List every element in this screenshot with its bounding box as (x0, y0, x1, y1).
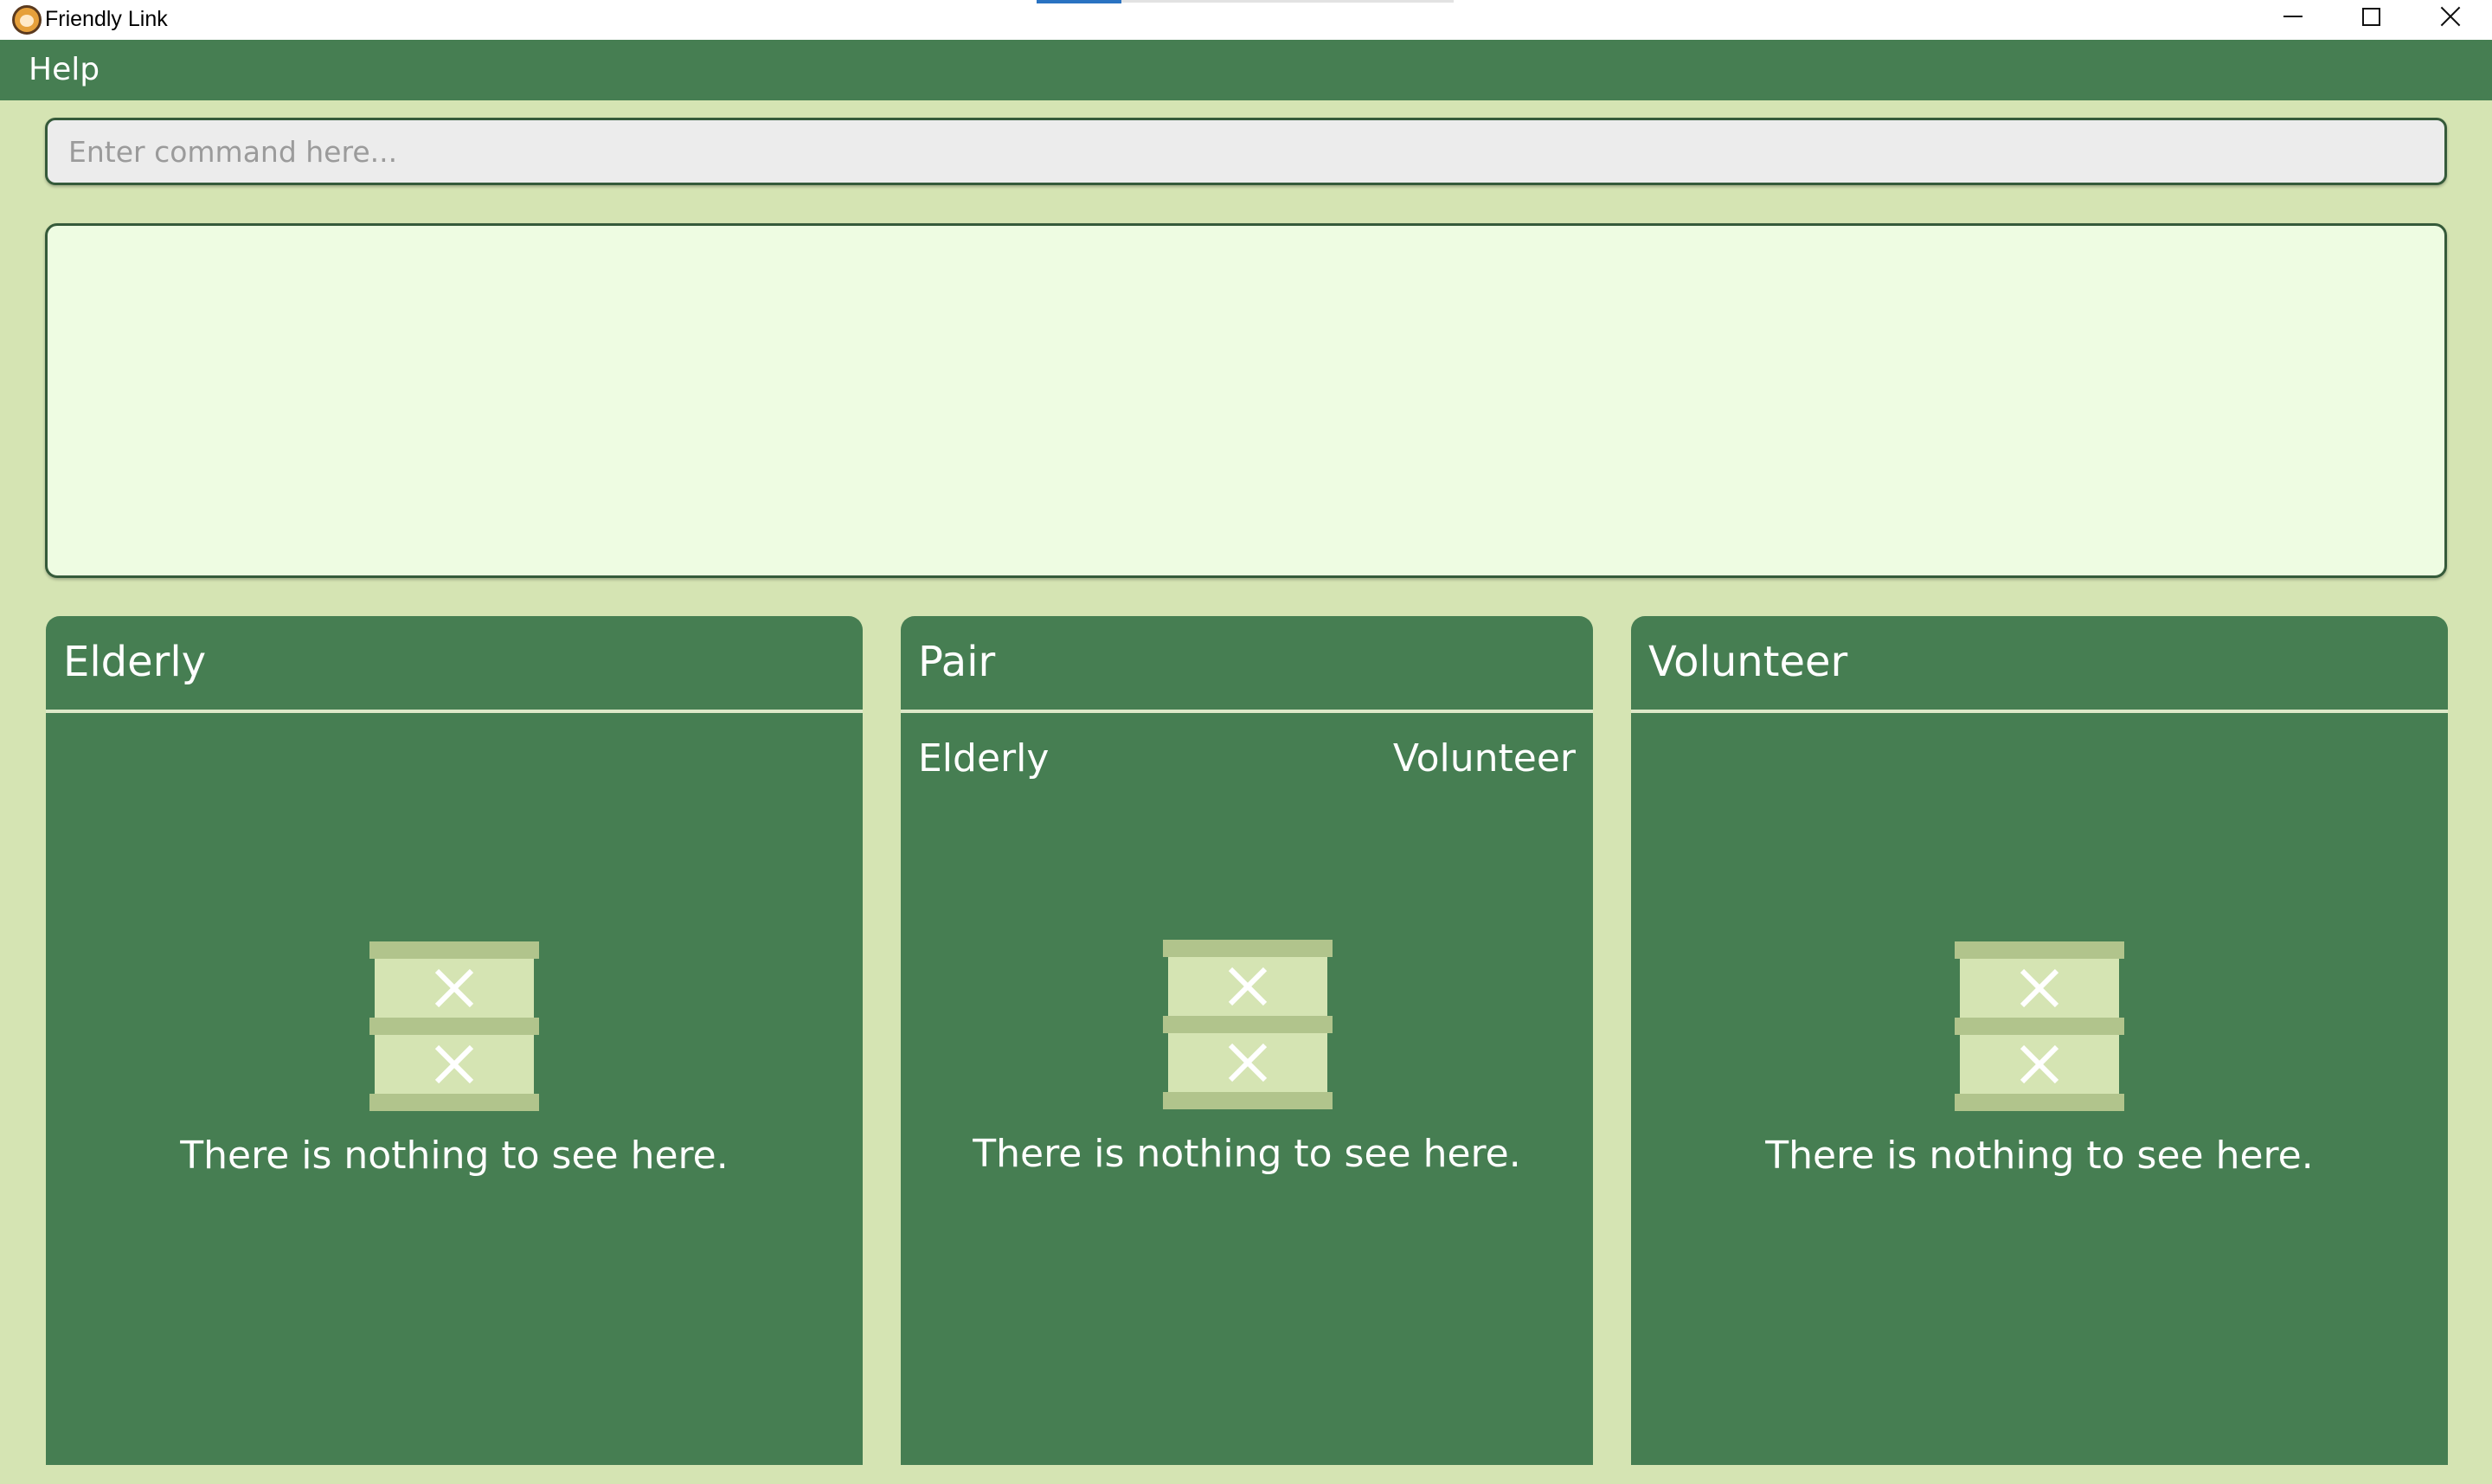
menu-bar: Help (0, 40, 2492, 100)
result-display[interactable] (45, 223, 2447, 578)
empty-box-icon (369, 941, 539, 1111)
command-input[interactable] (48, 120, 2444, 183)
pair-panel-title: Pair (918, 638, 996, 686)
app-logo-icon (12, 5, 42, 35)
title-bar[interactable]: Friendly Link (0, 0, 2492, 40)
pair-panel: Pair Elderly Volunteer There is nothing … (901, 616, 1593, 1465)
close-icon (2439, 5, 2462, 28)
volunteer-panel-header: Volunteer (1631, 616, 2448, 713)
minimize-button[interactable] (2253, 0, 2333, 33)
pair-column-volunteer: Volunteer (1392, 736, 1576, 781)
elderly-panel-title: Elderly (63, 638, 207, 686)
pair-column-elderly: Elderly (918, 736, 1050, 781)
empty-box-icon (1163, 940, 1333, 1109)
empty-box-icon (1955, 941, 2124, 1111)
close-button[interactable] (2411, 0, 2490, 33)
maximize-icon (2361, 7, 2380, 26)
command-box (45, 118, 2447, 185)
elderly-empty-text: There is nothing to see here. (180, 1134, 729, 1178)
elderly-panel-header: Elderly (46, 616, 863, 713)
title-accent-bar (1037, 0, 1121, 3)
volunteer-panel-title: Volunteer (1648, 638, 1848, 686)
volunteer-empty-text: There is nothing to see here. (1765, 1134, 2314, 1178)
title-accent-track (1121, 0, 1454, 3)
maximize-button[interactable] (2331, 0, 2411, 33)
elderly-panel: Elderly There is nothing to see here. (46, 616, 863, 1465)
minimize-icon (2283, 16, 2303, 17)
window-title: Friendly Link (45, 7, 168, 31)
volunteer-panel: Volunteer There is nothing to see here. (1631, 616, 2448, 1465)
help-menu[interactable]: Help (29, 52, 100, 88)
pair-panel-header: Pair (901, 616, 1593, 713)
pair-empty-text: There is nothing to see here. (973, 1132, 1521, 1176)
app-window: Friendly Link Help Elderly (0, 0, 2492, 1484)
